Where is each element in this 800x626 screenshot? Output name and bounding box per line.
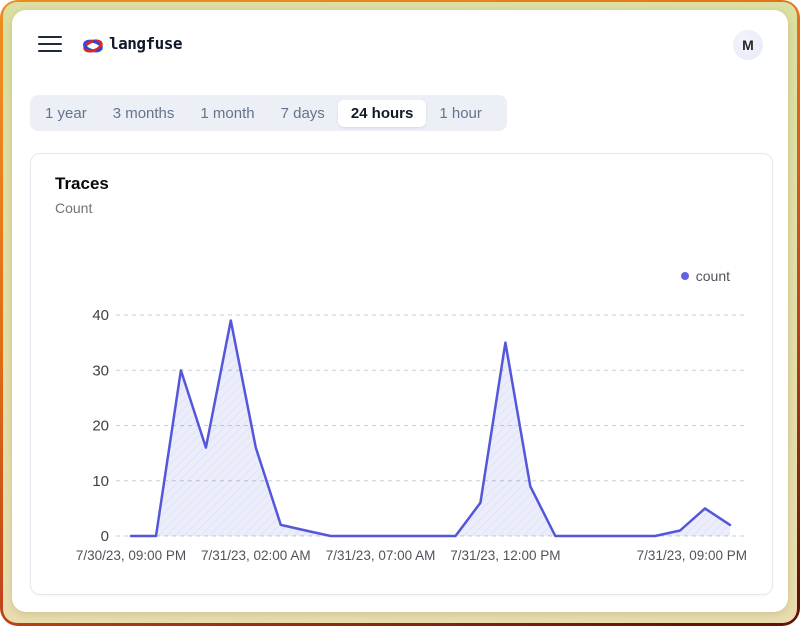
svg-text:7/30/23, 09:00 PM: 7/30/23, 09:00 PM	[76, 548, 186, 563]
app-wordmark: langfuse	[109, 34, 182, 53]
chart-legend: count	[681, 268, 730, 284]
app-window: langfuse M 1 year 3 months 1 month 7 day…	[12, 10, 788, 612]
svg-text:7/31/23, 09:00 PM: 7/31/23, 09:00 PM	[637, 548, 747, 563]
svg-text:30: 30	[92, 362, 109, 379]
svg-text:20: 20	[92, 418, 109, 435]
hamburger-menu-icon[interactable]	[38, 36, 62, 54]
langfuse-logo-icon	[81, 37, 105, 55]
card-title: Traces	[55, 174, 109, 194]
tab-1-hour[interactable]: 1 hour	[426, 100, 495, 127]
traces-card: Traces Count count 0 10 20 30 40 7/30/23, 09:…	[30, 153, 773, 595]
chart-area: 0 10 20 30 40 7/30/23, 09:00 PM 7/31/23, 02:00…	[41, 296, 757, 581]
legend-label: count	[696, 268, 730, 284]
tab-1-month[interactable]: 1 month	[187, 100, 267, 127]
svg-text:0: 0	[101, 528, 109, 545]
time-range-tabbar: 1 year 3 months 1 month 7 days 24 hours …	[30, 95, 507, 131]
traces-chart-svg: 0 10 20 30 40 7/30/23, 09:00 PM 7/31/23, 02:00…	[41, 296, 757, 581]
tab-24-hours[interactable]: 24 hours	[338, 100, 427, 127]
svg-text:7/31/23, 07:00 AM: 7/31/23, 07:00 AM	[326, 548, 436, 563]
card-subtitle: Count	[55, 200, 92, 216]
tab-3-months[interactable]: 3 months	[100, 100, 188, 127]
svg-text:7/31/23, 02:00 AM: 7/31/23, 02:00 AM	[201, 548, 311, 563]
tab-7-days[interactable]: 7 days	[268, 100, 338, 127]
svg-text:40: 40	[92, 307, 109, 324]
user-avatar[interactable]: M	[733, 30, 763, 60]
svg-text:10: 10	[92, 473, 109, 490]
legend-dot-icon	[681, 272, 689, 280]
tab-1-year[interactable]: 1 year	[32, 100, 100, 127]
svg-text:7/31/23, 12:00 PM: 7/31/23, 12:00 PM	[450, 548, 560, 563]
